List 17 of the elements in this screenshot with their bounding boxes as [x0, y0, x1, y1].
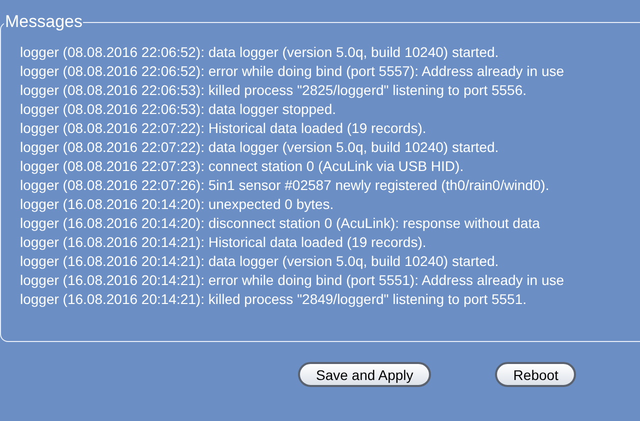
log-line: logger (08.08.2016 22:06:52): data logger (version 5.0q, build 10240) started.	[20, 43, 500, 62]
log-line: logger (16.08.2016 20:14:20): disconnect station 0 (AcuLink): response without data	[20, 214, 541, 233]
log-line: logger (16.08.2016 20:14:21): data logger (version 5.0q, build 10240) started.	[20, 252, 500, 271]
log-line: logger (08.08.2016 22:06:53): data logger stopped.	[20, 100, 338, 119]
reboot-button[interactable]: Reboot	[495, 362, 576, 387]
log-line: logger (16.08.2016 20:14:21): error while doing bind (port 5551): Address already in use	[20, 271, 566, 290]
panel-title: Messages	[4, 12, 84, 32]
log-line: logger (08.08.2016 22:07:26): 5in1 sensor #02587 newly registered (th0/rain0/wind0).	[20, 176, 550, 195]
save-apply-button[interactable]: Save and Apply	[298, 362, 432, 387]
log-line: logger (16.08.2016 20:14:21): Historical data loaded (19 records).	[20, 233, 428, 252]
log-line: logger (08.08.2016 22:07:22): data logger (version 5.0q, build 10240) started.	[20, 138, 500, 157]
log-line: logger (08.08.2016 22:06:52): error while doing bind (port 5557): Address already in use	[20, 62, 566, 81]
log-line: logger (08.08.2016 22:07:22): Historical data loaded (19 records).	[20, 119, 428, 138]
log-line: logger (08.08.2016 22:06:53): killed process "2825/loggerd" listening to port 5556.	[20, 81, 528, 100]
log-line: logger (16.08.2016 20:14:21): killed process "2849/loggerd" listening to port 5551.	[20, 290, 528, 309]
log-line: logger (08.08.2016 22:07:23): connect station 0 (AcuLink via USB HID).	[20, 157, 465, 176]
log-line: logger (16.08.2016 20:14:20): unexpected 0 bytes.	[20, 195, 335, 214]
